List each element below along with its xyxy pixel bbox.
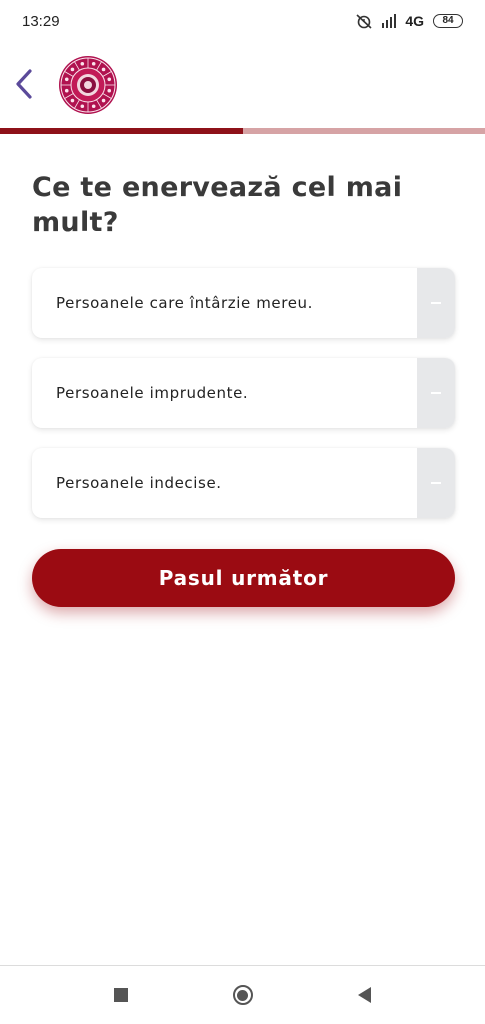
system-nav-bar bbox=[0, 966, 485, 1024]
option-label: Persoanele care întârzie mereu. bbox=[56, 294, 313, 312]
progress-fill bbox=[0, 128, 243, 134]
option-label: Persoanele indecise. bbox=[56, 474, 222, 492]
screen: 13:29 4G 84 Ce te enervează cel mai mult… bbox=[0, 0, 485, 1024]
next-step-button[interactable]: Pasul următor bbox=[32, 549, 455, 607]
chevron-left-icon bbox=[16, 69, 32, 99]
status-bar: 13:29 4G 84 bbox=[0, 0, 485, 42]
home-button[interactable] bbox=[221, 973, 265, 1017]
signal-icon bbox=[382, 14, 397, 28]
option-item[interactable]: Persoanele imprudente. bbox=[32, 358, 455, 428]
status-icons: 4G 84 bbox=[355, 13, 463, 29]
system-back-button[interactable] bbox=[343, 973, 387, 1017]
progress-bar bbox=[0, 128, 485, 134]
recent-apps-button[interactable] bbox=[99, 973, 143, 1017]
drag-handle-icon[interactable] bbox=[417, 358, 455, 428]
back-button[interactable] bbox=[6, 62, 42, 106]
drag-handle-icon[interactable] bbox=[417, 268, 455, 338]
zodiac-wheel-icon bbox=[59, 56, 117, 114]
square-icon bbox=[113, 988, 128, 1002]
home-circle-icon bbox=[232, 985, 253, 1005]
triangle-back-icon bbox=[358, 987, 371, 1003]
question-title: Ce te enervează cel mai mult? bbox=[32, 172, 403, 238]
option-label: Persoanele imprudente. bbox=[56, 384, 249, 402]
option-item[interactable]: Persoanele indecise. bbox=[32, 448, 455, 518]
alarm-off-icon bbox=[356, 14, 372, 29]
network-type: 4G bbox=[405, 13, 424, 29]
app-header bbox=[0, 42, 485, 128]
battery-level: 84 bbox=[442, 15, 454, 26]
options-list: Persoanele care întârzie mereu. Persoane… bbox=[32, 268, 455, 538]
option-item[interactable]: Persoanele care întârzie mereu. bbox=[32, 268, 455, 338]
battery-icon: 84 bbox=[433, 14, 463, 28]
status-time: 13:29 bbox=[22, 12, 60, 30]
drag-handle-icon[interactable] bbox=[417, 448, 455, 518]
